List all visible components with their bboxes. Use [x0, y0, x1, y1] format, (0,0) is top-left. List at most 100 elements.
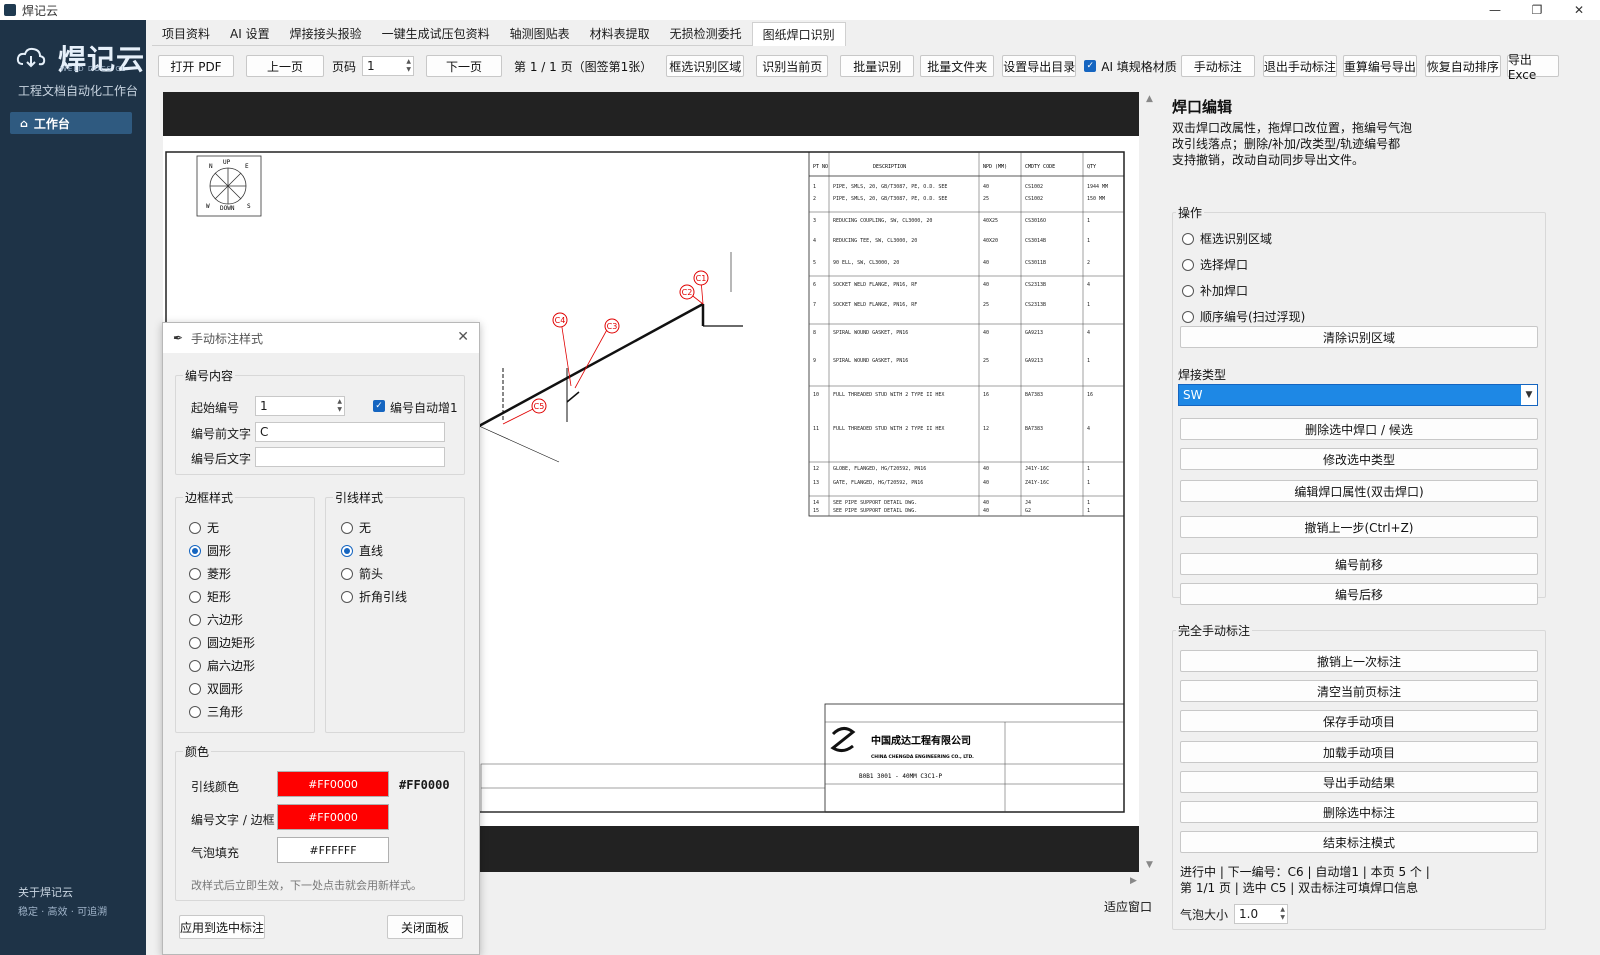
scroll-down-arrow-icon[interactable]: ▼: [1146, 860, 1153, 870]
undo-last-mark-button[interactable]: 撤销上一次标注: [1180, 650, 1538, 672]
prefix-input[interactable]: C: [255, 422, 445, 442]
border-option-8[interactable]: 三角形: [189, 703, 243, 720]
restore-button[interactable]: ❐: [1516, 0, 1558, 20]
border-option-0[interactable]: 无: [189, 519, 219, 536]
radio-circle[interactable]: [189, 613, 201, 626]
open-pdf-button[interactable]: 打开 PDF: [158, 55, 234, 77]
fill-color-swatch[interactable]: #FFFFFF: [277, 837, 389, 863]
leader-option-0[interactable]: 无: [341, 519, 371, 536]
number-backward-button[interactable]: 编号后移: [1180, 583, 1538, 605]
tab-ai-settings[interactable]: AI 设置: [220, 22, 280, 46]
about-link[interactable]: 关于焊记云: [18, 884, 73, 900]
weld-type-select[interactable]: SW ▼: [1178, 384, 1538, 406]
load-manual-project-button[interactable]: 加载手动项目: [1180, 741, 1538, 763]
tab-weld-recognition[interactable]: 图纸焊口识别: [751, 22, 846, 46]
radio-circle[interactable]: [341, 544, 353, 557]
radio-circle[interactable]: [189, 636, 201, 649]
close-window-button[interactable]: ✕: [1558, 0, 1600, 20]
border-option-4[interactable]: 六边形: [189, 611, 243, 628]
box-select-button[interactable]: 框选识别区域: [666, 55, 745, 77]
export-manual-result-button[interactable]: 导出手动结果: [1180, 771, 1538, 793]
minimize-button[interactable]: —: [1474, 0, 1516, 20]
tab-ndt[interactable]: 无损检测委托: [660, 22, 752, 46]
prev-page-button[interactable]: 上一页: [246, 55, 324, 77]
radio-circle[interactable]: [189, 521, 201, 534]
chevron-down-icon[interactable]: ▼: [1521, 385, 1537, 405]
op-radio-sequential[interactable]: 顺序编号(扫过浮现): [1182, 308, 1305, 325]
tab-weld-report[interactable]: 焊接接头报验: [280, 22, 372, 46]
radio-circle[interactable]: [1182, 258, 1194, 271]
radio-circle[interactable]: [189, 682, 201, 695]
restore-sort-button[interactable]: 恢复自动排序: [1424, 55, 1501, 77]
op-radio-select-weld[interactable]: 选择焊口: [1182, 256, 1248, 273]
renumber-export-button[interactable]: 重算编号导出: [1342, 55, 1417, 77]
manual-mark-button[interactable]: 手动标注: [1180, 55, 1255, 77]
radio-circle[interactable]: [1182, 284, 1194, 297]
leader-option-3[interactable]: 折角引线: [341, 588, 407, 605]
border-option-7[interactable]: 双圆形: [189, 680, 243, 697]
bubble-size-spinbox[interactable]: 1.0 ▲ ▼: [1234, 904, 1288, 924]
radio-circle[interactable]: [189, 567, 201, 580]
scroll-up-arrow-icon[interactable]: ▲: [1146, 94, 1153, 104]
close-icon[interactable]: ✕: [457, 329, 469, 345]
export-excel-button[interactable]: 导出 Exce: [1506, 53, 1559, 82]
leader-option-2[interactable]: 箭头: [341, 565, 383, 582]
batch-folder-button[interactable]: 批量文件夹: [920, 55, 995, 77]
spin-arrows-icon[interactable]: ▲ ▼: [1280, 906, 1285, 922]
radio-circle[interactable]: [1182, 232, 1194, 245]
tab-material-extract[interactable]: 材料表提取: [580, 22, 660, 46]
next-page-button[interactable]: 下一页: [426, 55, 503, 77]
end-mark-mode-button[interactable]: 结束标注模式: [1180, 831, 1538, 853]
compass-label-s: S: [247, 203, 251, 210]
edit-weld-props-button[interactable]: 编辑焊口属性(双击焊口): [1180, 480, 1538, 502]
radio-circle[interactable]: [341, 590, 353, 603]
border-option-1[interactable]: 圆形: [189, 542, 231, 559]
radio-circle[interactable]: [341, 567, 353, 580]
leader-option-1[interactable]: 直线: [341, 542, 383, 559]
delete-weld-button[interactable]: 删除选中焊口 / 候选: [1180, 418, 1538, 440]
radio-circle[interactable]: [341, 521, 353, 534]
recognize-current-button[interactable]: 识别当前页: [756, 55, 829, 77]
number-forward-button[interactable]: 编号前移: [1180, 553, 1538, 575]
save-manual-project-button[interactable]: 保存手动项目: [1180, 710, 1538, 732]
clear-page-marks-button[interactable]: 清空当前页标注: [1180, 680, 1538, 702]
tab-iso-table[interactable]: 轴测图贴表: [500, 22, 580, 46]
radio-circle[interactable]: [189, 590, 201, 603]
leader-color-swatch[interactable]: #FF0000: [277, 771, 389, 797]
set-export-dir-button[interactable]: 设置导出目录: [1002, 55, 1077, 77]
spin-arrows-icon[interactable]: ▲ ▼: [337, 398, 342, 414]
border-option-6[interactable]: 扁六边形: [189, 657, 255, 674]
suffix-input[interactable]: [255, 447, 445, 467]
close-panel-button[interactable]: 关闭面板: [387, 915, 463, 939]
border-option-2[interactable]: 菱形: [189, 565, 231, 582]
op-radio-box-select[interactable]: 框选识别区域: [1182, 230, 1272, 247]
fit-window-button[interactable]: 适应窗口: [1104, 898, 1152, 915]
bom-cell: 40: [983, 466, 989, 472]
radio-circle[interactable]: [189, 659, 201, 672]
text-color-swatch[interactable]: #FF0000: [277, 804, 389, 830]
batch-recognize-button[interactable]: 批量识别: [840, 55, 915, 77]
auto-increment-checkbox[interactable]: ✓: [373, 400, 385, 412]
delete-selected-mark-button[interactable]: 删除选中标注: [1180, 801, 1538, 823]
border-option-5[interactable]: 圆边矩形: [189, 634, 255, 651]
undo-button[interactable]: 撤销上一步(Ctrl+Z): [1180, 516, 1538, 538]
dialog-titlebar[interactable]: ✒ 手动标注样式 ✕: [163, 323, 479, 353]
op-radio-add-weld[interactable]: 补加焊口: [1182, 282, 1248, 299]
apply-to-selected-button[interactable]: 应用到选中标注: [179, 915, 265, 939]
radio-circle[interactable]: [189, 705, 201, 718]
sidebar-item-workbench[interactable]: ⌂ 工作台: [10, 112, 132, 134]
page-spinbox[interactable]: 1 ▲ ▼: [362, 56, 415, 76]
bubble-size-label: 气泡大小: [1180, 908, 1229, 922]
exit-manual-button[interactable]: 退出手动标注: [1262, 55, 1337, 77]
tab-project[interactable]: 项目资料: [152, 22, 220, 46]
radio-circle[interactable]: [1182, 310, 1194, 323]
spin-arrows-icon[interactable]: ▲ ▼: [406, 58, 411, 74]
radio-circle[interactable]: [189, 544, 201, 557]
border-option-3[interactable]: 矩形: [189, 588, 231, 605]
ai-fill-checkbox[interactable]: ✓: [1084, 60, 1097, 72]
tab-pressure-package[interactable]: 一键生成试压包资料: [372, 22, 500, 46]
scroll-right-arrow-icon[interactable]: ▶: [1130, 876, 1137, 886]
start-number-spinbox[interactable]: 1 ▲ ▼: [255, 396, 345, 416]
change-type-button[interactable]: 修改选中类型: [1180, 448, 1538, 470]
clear-region-button[interactable]: 清除识别区域: [1180, 326, 1538, 348]
